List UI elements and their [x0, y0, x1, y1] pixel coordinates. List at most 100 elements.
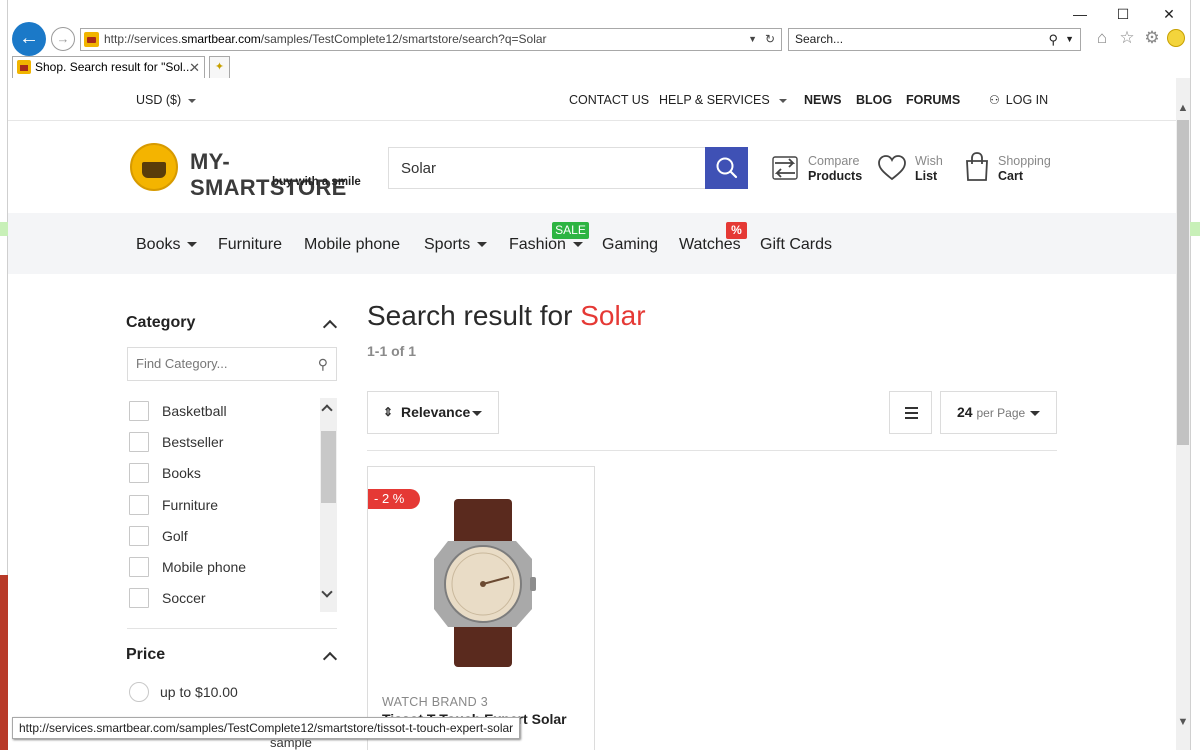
help-services-label: HELP & SERVICES [659, 93, 770, 107]
list-view-toggle[interactable] [889, 391, 932, 434]
desktop-left-highlight [0, 222, 8, 236]
category-label: Basketball [162, 403, 227, 419]
list-view-icon [905, 407, 918, 409]
chevron-up-icon[interactable] [322, 651, 338, 667]
feedback-smiley-icon[interactable] [1167, 29, 1185, 47]
scroll-up-icon[interactable] [321, 404, 333, 416]
nav-item-books[interactable]: Books [136, 236, 198, 254]
category-label: Golf [162, 528, 188, 544]
find-category-input[interactable]: Find Category... ⚲ [127, 347, 337, 381]
nav-item-sports[interactable]: Sports [424, 236, 488, 254]
minimize-button[interactable]: — [1065, 6, 1095, 22]
main-nav: Books Furniture Mobile phone Sports Fash… [8, 213, 1176, 274]
wish-label-1: Wish [915, 154, 943, 168]
page-title: Search result for Solar [367, 300, 646, 332]
discount-badge: % [726, 222, 747, 239]
search-icon [716, 157, 738, 179]
price-facet-title[interactable]: Price [126, 646, 165, 664]
category-list: Basketball Bestseller Books Furniture Go… [127, 398, 337, 612]
category-scrollbar[interactable] [320, 398, 337, 612]
desktop-right-highlight [1190, 222, 1200, 236]
currency-selector[interactable]: USD ($) [136, 93, 197, 107]
page-scrollbar[interactable]: ▲ ▼ [1176, 78, 1190, 750]
address-bar[interactable]: http://services.smartbear.com/samples/Te… [80, 28, 782, 51]
home-icon[interactable]: ⌂ [1091, 28, 1113, 48]
login-link[interactable]: ⚇ LOG IN [989, 93, 1048, 107]
scroll-up-icon[interactable]: ▲ [1176, 102, 1190, 114]
nav-item-furniture[interactable]: Furniture [218, 236, 282, 254]
facet-divider [127, 628, 337, 629]
product-image[interactable] [424, 497, 540, 669]
status-bar-url: http://services.smartbear.com/samples/Te… [12, 717, 521, 739]
chevron-up-icon[interactable] [322, 319, 338, 335]
category-label: Furniture [162, 497, 219, 513]
caret-down-icon [1030, 411, 1040, 416]
contact-us-link[interactable]: CONTACT US [569, 93, 649, 107]
refresh-icon[interactable]: ↻ [765, 29, 775, 50]
price-radio[interactable] [129, 682, 149, 702]
checkbox[interactable] [129, 557, 149, 577]
discount-badge: - 2 % [368, 489, 420, 509]
checkbox[interactable] [129, 463, 149, 483]
news-link[interactable]: NEWS [804, 93, 842, 107]
category-label: Mobile phone [162, 559, 247, 575]
browser-search-box[interactable]: Search... ⚲ ▼ [788, 28, 1081, 51]
per-page-dropdown[interactable]: 24 per Page [940, 391, 1057, 434]
address-dropdown-icon[interactable]: ▼ [748, 29, 757, 50]
browser-tab[interactable]: Shop. Search result for "Sol... ✕ [12, 56, 205, 78]
search-icon[interactable]: ⚲ [1048, 29, 1058, 50]
tab-title: Shop. Search result for "Sol... [35, 60, 193, 74]
maximize-button[interactable]: ☐ [1108, 6, 1138, 23]
search-dropdown-icon[interactable]: ▼ [1065, 29, 1074, 50]
wish-list-link[interactable]: Wish List [877, 151, 957, 187]
sort-dropdown[interactable]: ⇕ Relevance [367, 391, 499, 434]
per-page-label: per Page [976, 406, 1026, 420]
nav-label: Sports [424, 236, 471, 253]
checkbox[interactable] [129, 588, 149, 608]
help-services-menu[interactable]: HELP & SERVICES [659, 93, 787, 107]
checkbox[interactable] [129, 401, 149, 421]
category-facet-title[interactable]: Category [126, 314, 195, 332]
product-card[interactable]: - 2 % WATCH BRAND 3 Tissot T-Touch Exper… [367, 466, 595, 750]
blog-link[interactable]: BLOG [856, 93, 892, 107]
scroll-thumb[interactable] [1177, 120, 1189, 445]
sort-arrows-icon: ⇕ [383, 405, 394, 419]
list-view-icon [905, 417, 918, 419]
chevron-down-icon [188, 98, 197, 103]
scroll-thumb[interactable] [321, 431, 336, 503]
checkbox[interactable] [129, 526, 149, 546]
address-url-prefix: http://services. [104, 32, 182, 46]
favorites-star-icon[interactable]: ☆ [1116, 28, 1138, 48]
shopping-cart-link[interactable]: Shopping Cart [964, 151, 1064, 187]
new-tab-button[interactable]: ✦ [209, 56, 230, 78]
results-divider [367, 450, 1057, 451]
checkbox[interactable] [129, 495, 149, 515]
chevron-down-icon [778, 98, 787, 103]
forums-link[interactable]: FORUMS [906, 93, 960, 107]
scroll-down-icon[interactable] [321, 586, 333, 598]
store-search-button[interactable] [705, 147, 748, 189]
store-search-input[interactable] [388, 147, 706, 189]
caret-down-icon [472, 411, 482, 416]
compare-products-link[interactable]: Compare Products [771, 151, 871, 187]
nav-item-gaming[interactable]: Gaming [602, 236, 658, 254]
nav-item-gift-cards[interactable]: Gift Cards [760, 236, 832, 254]
login-label: LOG IN [1005, 93, 1049, 107]
tab-favicon-icon [17, 60, 31, 74]
product-brand[interactable]: WATCH BRAND 3 [382, 695, 488, 709]
category-label: Bestseller [162, 434, 224, 450]
settings-gear-icon[interactable]: ⚙ [1141, 28, 1163, 48]
scroll-down-icon[interactable]: ▼ [1176, 716, 1190, 728]
list-view-icon [905, 412, 918, 414]
web-page: USD ($) CONTACT US HELP & SERVICES NEWS … [8, 78, 1176, 750]
close-window-button[interactable]: ✕ [1154, 6, 1184, 23]
search-icon: ⚲ [317, 356, 328, 372]
price-option-label[interactable]: up to $10.00 [160, 684, 238, 700]
browser-search-placeholder: Search... [795, 32, 844, 46]
store-logo[interactable]: MY-SMARTSTORE buy with a smile [128, 141, 368, 200]
tab-close-icon[interactable]: ✕ [189, 57, 200, 78]
checkbox[interactable] [129, 432, 149, 452]
nav-item-mobile-phone[interactable]: Mobile phone [304, 236, 400, 254]
back-button[interactable]: ← [12, 22, 46, 56]
forward-button[interactable]: → [51, 27, 75, 51]
